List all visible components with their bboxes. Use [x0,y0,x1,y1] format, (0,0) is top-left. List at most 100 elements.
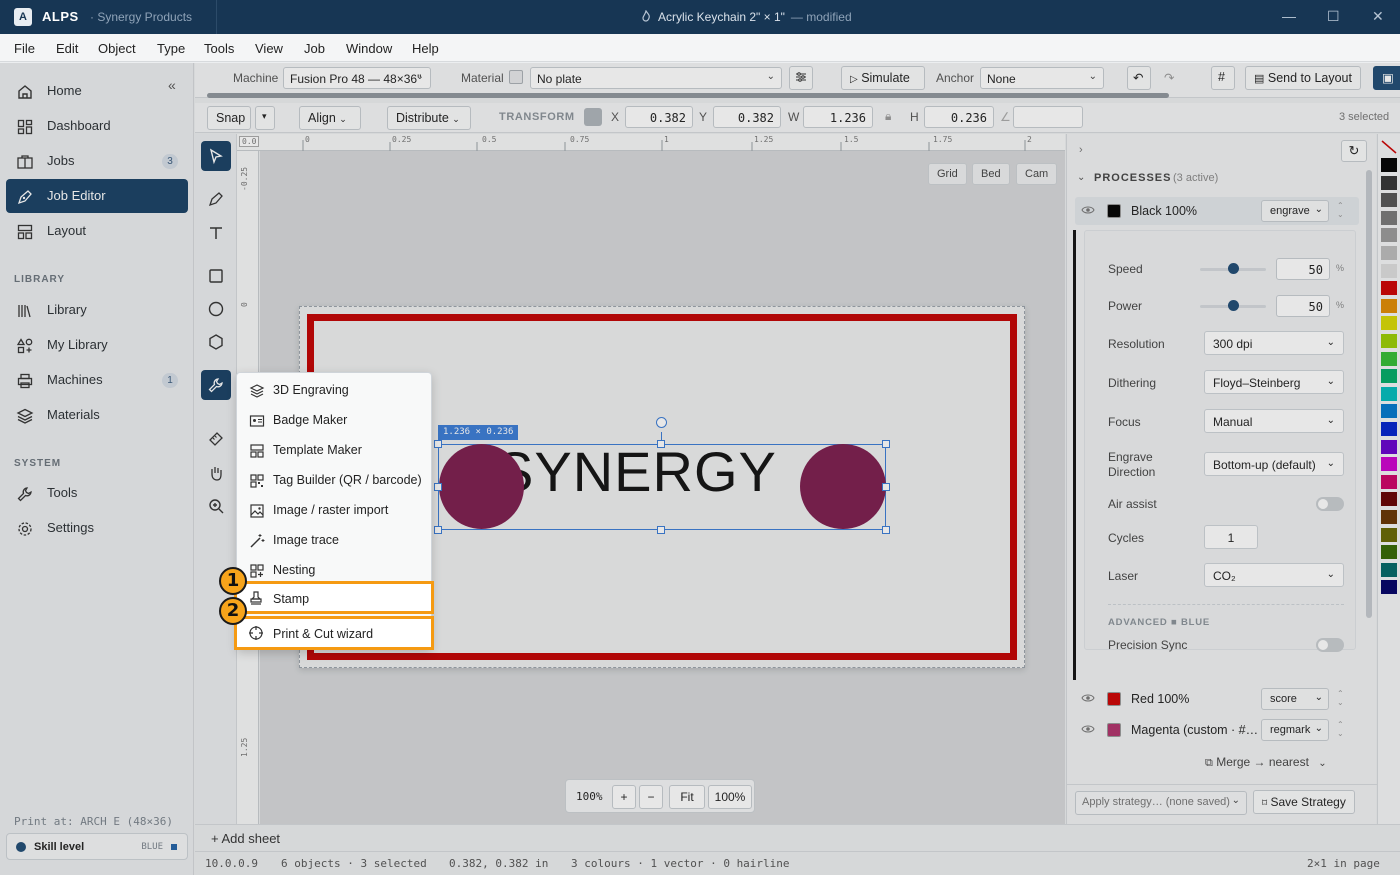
resize-handle[interactable] [434,440,442,448]
palette-swatch[interactable] [1381,193,1397,208]
rectangle-tool[interactable] [201,261,231,291]
palette-swatch[interactable] [1381,281,1397,296]
sidebar-item-dashboard[interactable]: Dashboard [6,109,188,143]
anchor-select[interactable]: None ⌄ [980,67,1104,89]
send-to-layout-button[interactable]: ▤ Send to Layout [1245,66,1361,90]
resize-handle[interactable] [657,526,665,534]
sidebar-item-library[interactable]: Library [6,293,188,327]
dithering-select[interactable]: Floyd–Steinberg ⌄ [1204,370,1344,394]
w-field[interactable]: 1.236 [803,106,873,128]
focus-select[interactable]: Manual ⌄ [1204,409,1344,433]
zoom-in-button[interactable]: + [612,785,636,809]
sidebar-item-materials[interactable]: Materials [6,398,188,432]
reorder-icon[interactable]: ⌃ ⌄ [1337,720,1344,738]
sidebar-item-layout[interactable]: Layout [6,214,188,248]
zoom-out-button[interactable]: − [639,785,663,809]
resize-handle[interactable] [882,526,890,534]
eye-icon[interactable] [1081,723,1095,735]
menu-item-image-import[interactable]: Image / raster import [237,495,433,525]
palette-swatch[interactable] [1381,210,1397,225]
resize-handle[interactable] [882,483,890,491]
palette-swatch[interactable] [1381,158,1397,172]
menu-window[interactable]: Window [346,41,392,56]
palette-swatch[interactable] [1381,562,1397,577]
save-strategy-button[interactable]: ⌑ Save Strategy [1253,790,1355,814]
reorder-icon[interactable]: ⌃ ⌄ [1337,689,1344,707]
palette-swatch[interactable] [1381,298,1397,313]
palette-swatch[interactable] [1381,386,1397,401]
distribute-button[interactable]: Distribute ⌄ [387,106,471,130]
palette-swatch[interactable] [1381,422,1397,436]
minimize-icon[interactable]: — [1282,8,1296,24]
menu-item-print-cut-wizard[interactable]: Print & Cut wizard [234,616,434,650]
simulate-button[interactable]: ▷ Simulate [841,66,925,90]
fit-button[interactable]: Fit [669,785,705,809]
palette-swatch[interactable] [1381,474,1397,489]
menu-item-3d-engraving[interactable]: 3D Engraving [237,375,433,405]
menu-edit[interactable]: Edit [56,41,78,56]
speed-field[interactable]: 50 [1276,258,1330,280]
no-color-swatch[interactable] [1381,140,1397,154]
align-button[interactable]: Align ⌄ [299,106,361,130]
eye-icon[interactable] [1081,692,1095,704]
power-slider-knob[interactable] [1228,300,1239,311]
select-tool[interactable] [201,141,231,171]
menu-object[interactable]: Object [98,41,136,56]
palette-swatch[interactable] [1381,457,1397,472]
menu-item-badge-maker[interactable]: Badge Maker [237,405,433,435]
cam-toggle-button[interactable]: Cam [1016,163,1058,185]
bed-toggle-button[interactable]: Bed [972,163,1010,185]
angle-field[interactable] [1013,106,1083,128]
sidebar-item-machines[interactable]: Machines 1 [6,363,188,397]
sidebar-item-job-editor[interactable]: Job Editor [6,179,188,213]
sidebar-item-tools[interactable]: Tools [6,476,188,510]
panel-scrollbar[interactable] [1366,170,1372,618]
h-field[interactable]: 0.236 [924,106,994,128]
snap-button[interactable]: Snap [207,106,251,130]
palette-swatch[interactable] [1381,246,1397,260]
grid-toggle-button[interactable]: Grid [928,163,967,185]
palette-swatch[interactable] [1381,527,1397,542]
lock-ratio-icon[interactable]: 🔒︎ [885,109,891,124]
redo-button[interactable]: ↷ [1158,66,1182,90]
refresh-button[interactable]: ↻ [1341,140,1367,162]
palette-swatch[interactable] [1381,545,1397,560]
menu-item-image-trace[interactable]: Image trace [237,525,433,555]
apply-strategy-select[interactable]: Apply strategy… (none saved) ⌄ [1075,791,1247,815]
resize-handle[interactable] [434,526,442,534]
process-row-magenta[interactable]: Magenta (custom · #… regmark ⌄ ⌃ ⌄ [1075,716,1359,744]
palette-swatch[interactable] [1381,351,1397,366]
grid-snap-button[interactable]: # [1211,66,1235,90]
palette-swatch[interactable] [1381,369,1397,384]
expand-panel-icon[interactable]: › [1079,144,1083,156]
right-regmark-circle[interactable] [800,444,886,529]
palette-swatch[interactable] [1381,404,1397,419]
rotate-handle[interactable] [656,417,667,428]
snap-dropdown-button[interactable]: ▾ [255,106,275,130]
pan-tool[interactable] [201,458,231,488]
zoom-100-button[interactable]: 100% [708,785,752,809]
menu-file[interactable]: File [14,41,35,56]
laser-select[interactable]: CO₂ ⌄ [1204,563,1344,587]
resize-handle[interactable] [882,440,890,448]
menu-tools[interactable]: Tools [204,41,234,56]
air-assist-toggle[interactable] [1316,497,1344,511]
maximize-icon[interactable]: ☐ [1327,8,1340,25]
undo-button[interactable]: ↶ [1127,66,1151,90]
menu-item-template-maker[interactable]: Template Maker [237,435,433,465]
process-row-red[interactable]: Red 100% score ⌄ ⌃ ⌄ [1075,685,1359,713]
text-tool[interactable] [201,218,231,248]
save-button[interactable]: ▣ [1373,66,1400,90]
merge-strategy[interactable]: ⧉ Merge → nearest ⌄ [1205,755,1327,770]
sidebar-item-my-library[interactable]: My Library [6,328,188,362]
synergy-text[interactable]: SYNERGY [496,439,777,504]
menu-item-tag-builder[interactable]: Tag Builder (QR / barcode) [237,465,433,495]
palette-swatch[interactable] [1381,439,1397,454]
palette-swatch[interactable] [1381,228,1397,243]
palette-swatch[interactable] [1381,316,1397,331]
pen-tool[interactable] [201,184,231,214]
process-row-black[interactable]: Black 100% engrave ⌄ ⌃ ⌄ [1075,197,1359,225]
reorder-icon[interactable]: ⌃ ⌄ [1337,201,1344,219]
tools-menu-button[interactable] [201,370,231,400]
speed-slider-knob[interactable] [1228,263,1239,274]
